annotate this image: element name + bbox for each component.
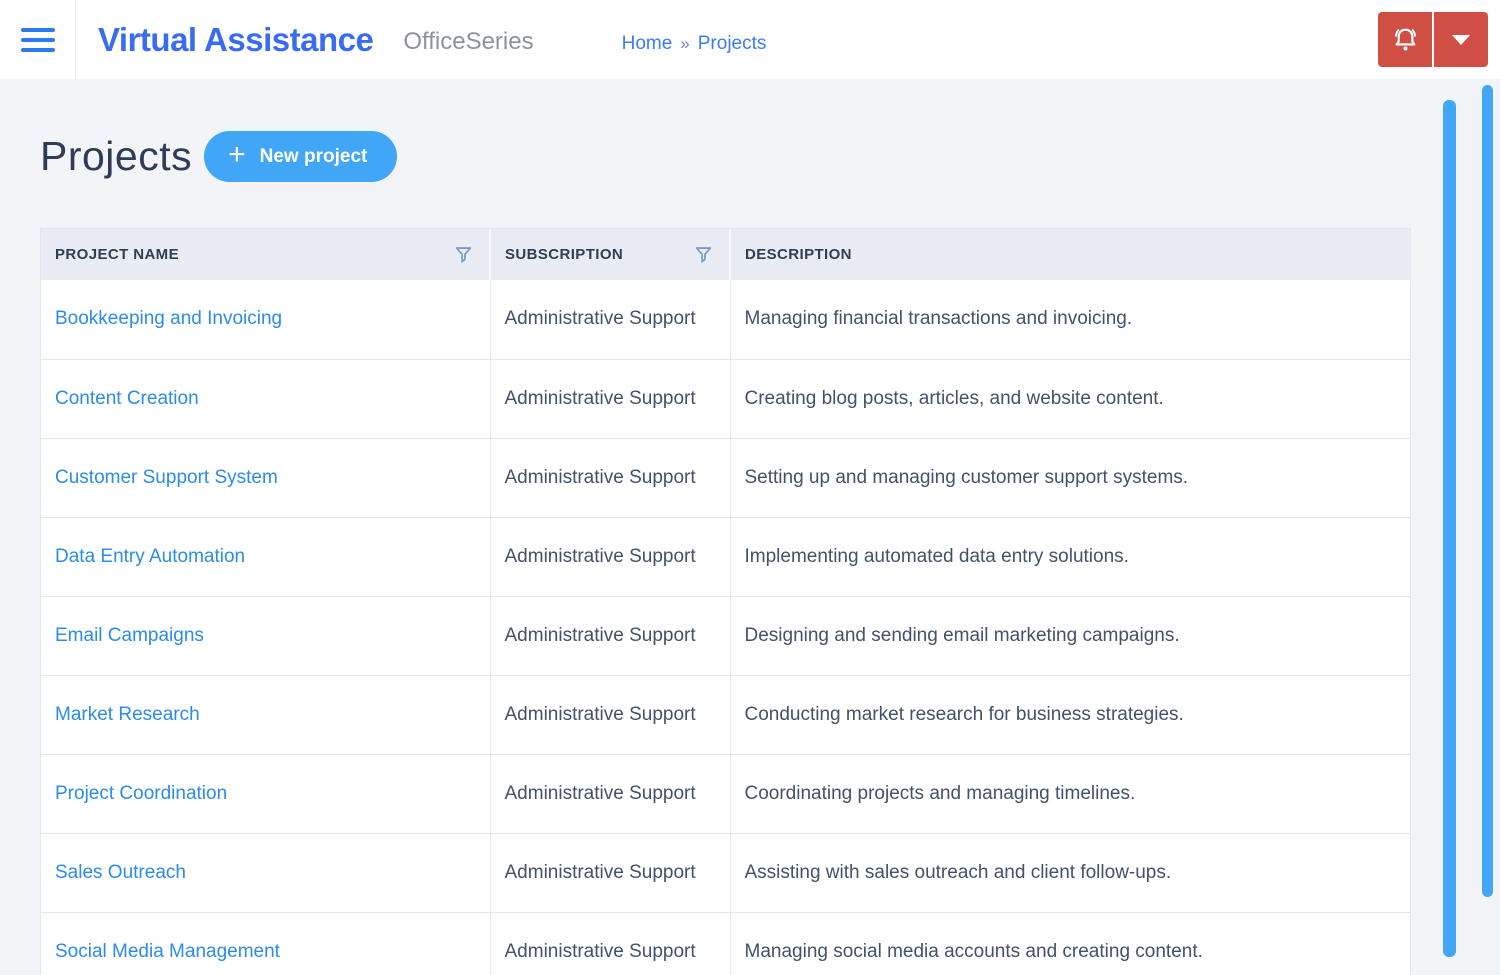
page-scrollbar-thumb[interactable] [1482,85,1493,897]
project-link[interactable]: Data Entry Automation [55,546,245,567]
projects-table: PROJECT NAME SUBSCRIPTION DESCRIPTION Bo… [40,228,1411,975]
column-label: PROJECT NAME [55,246,179,263]
subscription-value: Administrative Support [504,545,696,567]
description-value: Implementing automated data entry soluti… [744,545,1129,567]
project-link[interactable]: Customer Support System [55,467,278,488]
table-row: Customer Support System Administrative Su… [41,438,1410,518]
column-label: SUBSCRIPTION [505,246,624,263]
description-value: Designing and sending email marketing ca… [744,624,1180,646]
bell-icon [1390,24,1421,55]
column-header-description: DESCRIPTION [730,229,1410,280]
column-header-project-name: PROJECT NAME [41,229,491,280]
plus-icon: + [228,137,246,171]
project-link[interactable]: Bookkeeping and Invoicing [55,308,282,329]
breadcrumb-home-link[interactable]: Home [622,33,673,55]
subscription-value: Administrative Support [504,308,696,330]
table-row: Market Research Administrative Support Con… [41,675,1410,755]
description-value: Creating blog posts, articles, and websi… [744,387,1164,409]
breadcrumb-separator: » [680,34,690,53]
description-value: Assisting with sales outreach and client… [744,861,1172,883]
page-title: Projects [40,133,193,179]
subscription-value: Administrative Support [504,861,696,883]
table-row: Content Creation Administrative Support Cr… [41,359,1410,439]
page-head: Projects + New project [40,131,1500,182]
filter-icon-project-name[interactable] [454,245,473,264]
table-row: Project Coordination Administrative Suppo… [41,754,1410,834]
column-header-subscription: SUBSCRIPTION [490,229,731,280]
project-link[interactable]: Social Media Management [55,941,280,962]
description-value: Setting up and managing customer support… [744,466,1189,488]
subscription-value: Administrative Support [504,940,696,962]
top-bar: Virtual Assistance OfficeSeries Home » P… [0,0,1500,79]
new-project-label: New project [259,145,368,167]
inner-scrollbar-thumb[interactable] [1443,100,1456,957]
caret-down-icon [1452,34,1470,45]
menu-button[interactable] [0,0,76,79]
project-link[interactable]: Sales Outreach [55,862,186,883]
subscription-value: Administrative Support [504,466,696,488]
app-title[interactable]: Virtual Assistance [98,21,374,59]
subscription-value: Administrative Support [504,624,696,646]
description-value: Managing social media accounts and creat… [744,940,1203,962]
subscription-value: Administrative Support [504,387,696,409]
new-project-button[interactable]: + New project [204,131,398,182]
description-value: Conducting market research for business … [744,703,1184,725]
table-row: Social Media Management Administrative Su… [41,912,1410,975]
hamburger-icon [20,27,55,52]
column-label: DESCRIPTION [745,246,852,263]
breadcrumb: Home » Projects [622,25,767,55]
table-header-row: PROJECT NAME SUBSCRIPTION DESCRIPTION [41,229,1410,280]
table-body: Bookkeeping and Invoicing Administrative … [41,280,1410,975]
description-value: Managing financial transactions and invo… [744,308,1133,330]
table-row: Bookkeeping and Invoicing Administrative … [41,280,1410,360]
subscription-value: Administrative Support [504,782,696,804]
app-subtitle: OfficeSeries [403,27,534,55]
table-row: Email Campaigns Administrative Support Des… [41,596,1410,676]
table-row: Sales Outreach Administrative Support Assi… [41,833,1410,913]
filter-icon-subscription[interactable] [694,245,713,264]
account-dropdown-button[interactable] [1434,12,1488,67]
breadcrumb-projects-link[interactable]: Projects [698,33,767,55]
project-link[interactable]: Content Creation [55,388,199,409]
notifications-button[interactable] [1378,12,1432,67]
subscription-value: Administrative Support [504,703,696,725]
project-link[interactable]: Project Coordination [55,783,227,804]
project-link[interactable]: Market Research [55,704,200,725]
project-link[interactable]: Email Campaigns [55,625,204,646]
description-value: Coordinating projects and managing timel… [744,782,1136,804]
topbar-actions [1378,12,1488,67]
table-row: Data Entry Automation Administrative Supp… [41,517,1410,597]
